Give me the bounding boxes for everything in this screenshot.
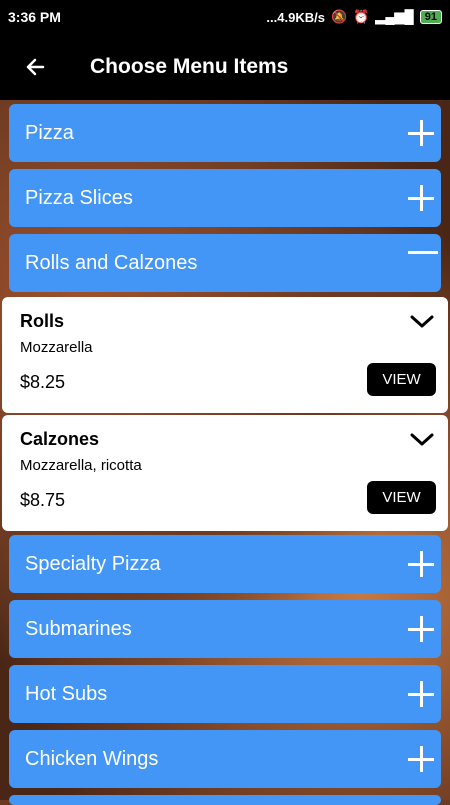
category-label: Chicken Wings xyxy=(25,747,159,770)
category-chicken-wings[interactable]: Chicken Wings xyxy=(9,730,441,788)
view-button[interactable]: VIEW xyxy=(367,481,436,514)
category-label: Hot Subs xyxy=(25,682,108,705)
item-name: Calzones xyxy=(20,429,100,449)
category-rolls-and-calzones[interactable]: Rolls and Calzones xyxy=(9,234,441,292)
battery-level: 91 xyxy=(419,10,442,24)
menu-item-card: Rolls Mozzarella $8.25 VIEW xyxy=(2,297,448,413)
page-title: Choose Menu Items xyxy=(90,55,289,78)
chevron-down-icon[interactable] xyxy=(410,315,434,334)
menu-list: Pizza Pizza Slices Rolls and Calzones Ro… xyxy=(0,100,450,805)
plus-icon xyxy=(408,746,434,772)
category-label: Pizza xyxy=(25,121,74,144)
alarm-icon: ⏰ xyxy=(353,9,370,24)
status-icons: ...4.9KB/s 🔕 ⏰ ▂▄▆█ 91 xyxy=(266,9,442,25)
signal-icon: ▂▄▆█ xyxy=(375,9,414,24)
network-speed: ...4.9KB/s xyxy=(266,9,325,25)
plus-icon xyxy=(408,681,434,707)
minus-icon xyxy=(408,239,438,265)
category-label: Pizza Slices xyxy=(25,186,133,209)
item-description: Mozzarella xyxy=(20,339,93,356)
status-bar: 3:36 PM ...4.9KB/s 🔕 ⏰ ▂▄▆█ 91 xyxy=(0,0,450,34)
item-name: Rolls xyxy=(20,311,65,331)
chevron-down-icon[interactable] xyxy=(410,433,434,452)
category-submarines[interactable]: Submarines xyxy=(9,600,441,658)
category-specialty-pizza[interactable]: Specialty Pizza xyxy=(9,535,441,593)
status-time: 3:36 PM xyxy=(8,9,61,25)
plus-icon xyxy=(408,551,434,577)
plus-icon xyxy=(408,616,434,642)
plus-icon xyxy=(408,185,434,211)
item-description: Mozzarella, ricotta xyxy=(20,457,142,474)
item-price: $8.75 xyxy=(20,490,66,510)
item-price: $8.25 xyxy=(20,372,66,392)
category-label: Specialty Pizza xyxy=(25,552,161,575)
category-pizza[interactable]: Pizza xyxy=(9,104,441,162)
category-label: Submarines xyxy=(25,617,132,640)
mute-icon: 🔕 xyxy=(330,9,348,24)
menu-item-card: Calzones Mozzarella, ricotta $8.75 VIEW xyxy=(2,415,448,531)
category-hot-subs[interactable]: Hot Subs xyxy=(9,665,441,723)
plus-icon xyxy=(408,120,434,146)
category-pizza-slices[interactable]: Pizza Slices xyxy=(9,169,441,227)
back-button[interactable] xyxy=(0,55,70,79)
category-label: Rolls and Calzones xyxy=(25,251,198,274)
arrow-left-icon xyxy=(26,58,45,76)
view-button[interactable]: VIEW xyxy=(367,363,436,396)
category-partial[interactable] xyxy=(9,795,441,805)
app-bar: Choose Menu Items xyxy=(0,34,450,100)
